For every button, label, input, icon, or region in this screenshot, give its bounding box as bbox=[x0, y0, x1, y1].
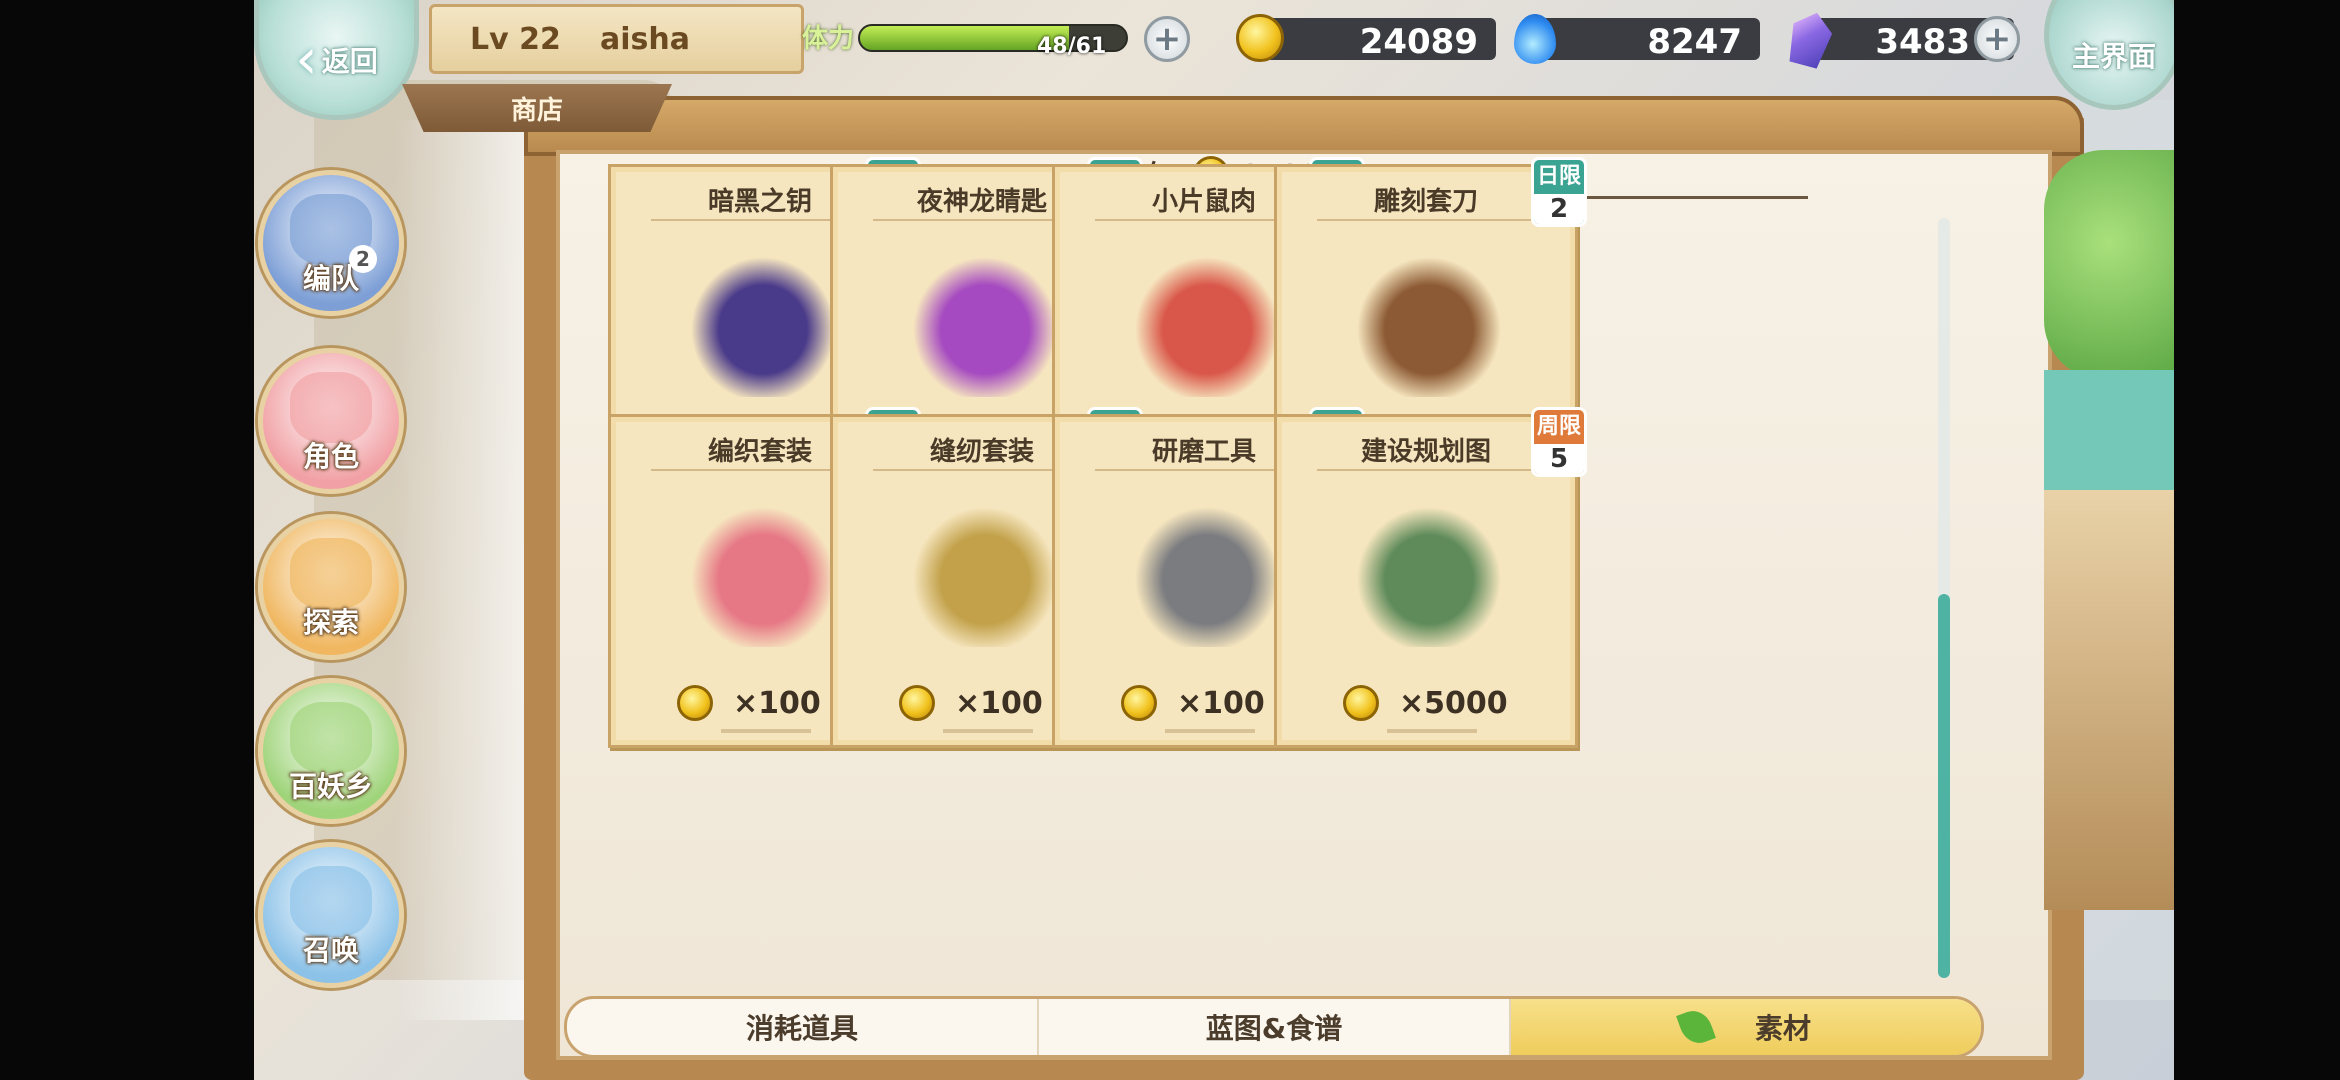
card-footer-ornament bbox=[1387, 729, 1477, 733]
item-cost: ×5000 bbox=[1399, 685, 1508, 721]
shopkeeper-character bbox=[2044, 130, 2174, 930]
gold-coin-icon bbox=[1236, 14, 1284, 62]
character-hair bbox=[2044, 370, 2174, 500]
item-name-divider bbox=[1317, 469, 1537, 471]
blueprint-building-icon bbox=[1347, 497, 1511, 647]
item-price: ×100 bbox=[677, 683, 821, 723]
gold-coin-icon bbox=[899, 685, 935, 721]
stamina-label: 体力 bbox=[802, 24, 855, 54]
limit-type: 日限 bbox=[1536, 164, 1581, 189]
card-footer-ornament bbox=[1165, 729, 1255, 733]
stamina-bar: 体力 48/61 bbox=[802, 14, 1148, 64]
item-price: ×5000 bbox=[1343, 683, 1508, 723]
carving-knife-icon bbox=[1347, 247, 1511, 397]
shop-item-card[interactable]: 建设规划图 ×5000 周限 5 bbox=[1274, 407, 1587, 748]
screen-title: 商店 bbox=[510, 95, 563, 126]
gem-value: 3483 bbox=[1875, 22, 1970, 62]
side-item-label: 召唤 bbox=[302, 934, 359, 967]
side-item-art bbox=[290, 372, 372, 443]
water-value: 8247 bbox=[1647, 22, 1742, 62]
tab-consumables[interactable]: 消耗道具 bbox=[567, 999, 1039, 1055]
player-level-plate: Lv 22 aisha bbox=[429, 4, 804, 74]
purchase-limit-badge: 周限 5 bbox=[1531, 407, 1587, 477]
main-menu-label: 主界面 bbox=[2071, 40, 2156, 73]
yarn-spool-icon bbox=[681, 497, 845, 647]
side-item-village[interactable]: 百妖乡 bbox=[258, 678, 404, 824]
card-footer-ornament bbox=[721, 729, 811, 733]
stamina-count: 48/61 bbox=[1037, 34, 1107, 59]
item-price: ×100 bbox=[899, 683, 1043, 723]
letterbox-left bbox=[0, 0, 254, 1080]
card-footer-ornament bbox=[943, 729, 1033, 733]
scrollbar-thumb[interactable] bbox=[1938, 594, 1950, 978]
coin-value: 24089 bbox=[1359, 22, 1478, 62]
gold-coin-icon bbox=[677, 685, 713, 721]
limit-count: 5 bbox=[1534, 444, 1584, 474]
letterbox-right bbox=[2174, 0, 2340, 1080]
gold-coin-icon bbox=[1121, 685, 1157, 721]
side-item-label: 编队 bbox=[302, 262, 359, 295]
tab-blueprints-recipes[interactable]: 蓝图&食谱 bbox=[1039, 999, 1511, 1055]
player-name: aisha bbox=[600, 21, 690, 57]
item-cost: ×100 bbox=[1177, 685, 1265, 721]
coin-counter: 24089 bbox=[1236, 14, 1496, 64]
side-item-label: 角色 bbox=[302, 440, 359, 473]
player-level: Lv 22 bbox=[470, 21, 561, 57]
tab-materials[interactable]: 素材 bbox=[1511, 999, 1981, 1055]
tab-label: 蓝图&食谱 bbox=[1205, 1012, 1343, 1045]
side-item-art bbox=[290, 866, 372, 937]
mortar-pestle-icon bbox=[1125, 497, 1289, 647]
side-item-art bbox=[290, 538, 372, 609]
main-menu-button[interactable]: 主界面 bbox=[2044, 0, 2174, 110]
add-stamina-button[interactable]: + bbox=[1144, 16, 1190, 62]
side-item-label: 百妖乡 bbox=[288, 770, 373, 803]
limit-type: 周限 bbox=[1536, 414, 1581, 439]
side-item-team[interactable]: 编队 2 bbox=[258, 170, 404, 316]
shop-board-top bbox=[524, 96, 2084, 156]
back-arrow-icon: ‹ bbox=[295, 27, 318, 92]
gold-coin-icon bbox=[1343, 685, 1379, 721]
game-viewport: 持有: 24089 暗黑之钥×100日限3夜神龙睛匙×500日限3小片鼠肉×10… bbox=[254, 0, 2174, 1080]
tab-label: 消耗道具 bbox=[745, 1012, 858, 1045]
dragon-eye-key-icon bbox=[903, 247, 1067, 397]
water-counter: 8247 bbox=[1510, 14, 1760, 64]
character-cloak bbox=[2044, 490, 2174, 910]
add-gems-button[interactable]: + bbox=[1974, 16, 2020, 62]
purchase-limit-badge: 日限 2 bbox=[1531, 157, 1587, 227]
item-cost: ×100 bbox=[733, 685, 821, 721]
dark-horn-icon bbox=[681, 247, 845, 397]
side-item-explore[interactable]: 探索 bbox=[258, 514, 404, 660]
side-item-characters[interactable]: 角色 bbox=[258, 348, 404, 494]
limit-count: 2 bbox=[1534, 194, 1584, 224]
screen-title-tab: 商店 bbox=[402, 84, 672, 132]
tab-label: 素材 bbox=[1754, 1012, 1811, 1045]
shop-category-tabs: 消耗道具 蓝图&食谱 素材 bbox=[564, 996, 1984, 1058]
back-label: 返回 bbox=[321, 45, 378, 78]
side-item-summon[interactable]: 召唤 bbox=[258, 842, 404, 988]
side-item-art bbox=[290, 702, 372, 773]
item-name-divider bbox=[1317, 219, 1537, 221]
side-item-label: 探索 bbox=[302, 606, 359, 639]
scissors-icon bbox=[903, 497, 1067, 647]
item-cost: ×100 bbox=[955, 685, 1043, 721]
leaf-icon bbox=[1676, 1005, 1716, 1049]
count-badge: 2 bbox=[349, 245, 377, 273]
meat-plate-icon bbox=[1125, 247, 1289, 397]
mushroom-hat bbox=[2044, 150, 2174, 380]
item-price: ×100 bbox=[1121, 683, 1265, 723]
